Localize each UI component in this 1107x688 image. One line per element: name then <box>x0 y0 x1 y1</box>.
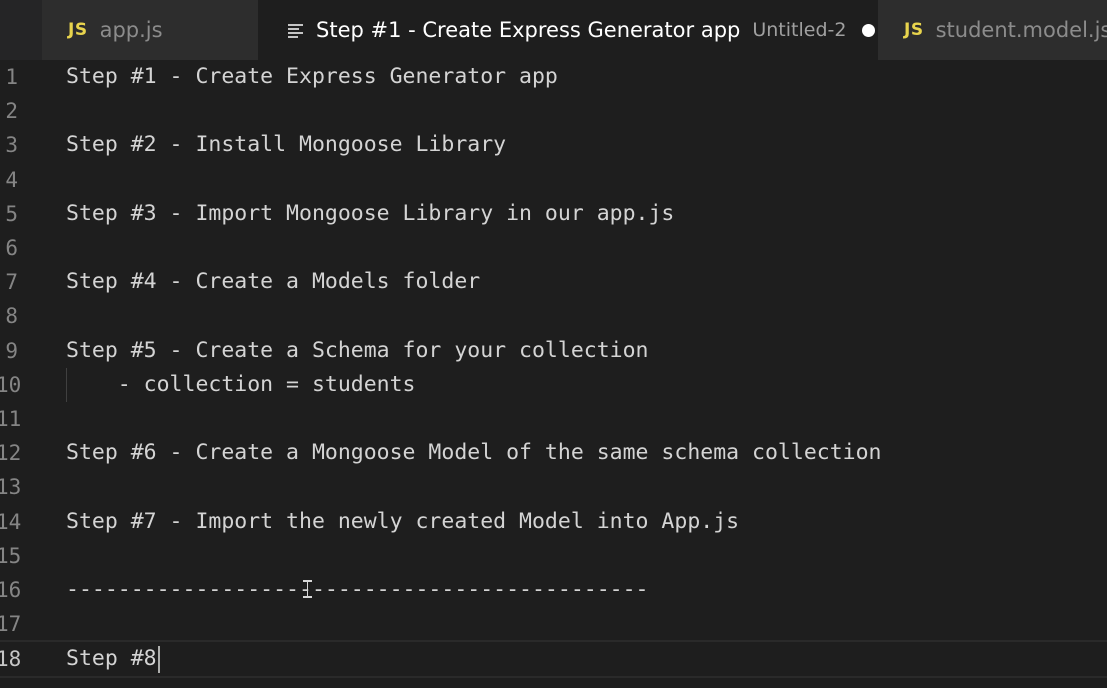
line-text[interactable]: Step #7 - Import the newly created Model… <box>66 505 739 539</box>
line-number: 4 <box>5 168 18 192</box>
editor-line-current: 18 Step #8 <box>0 640 1107 678</box>
line-number: 13 <box>0 475 22 499</box>
line-number: 3 <box>5 133 18 157</box>
tab-label: app.js <box>99 18 163 42</box>
unsaved-changes-dot-icon[interactable] <box>862 23 876 37</box>
line-text[interactable]: ----------------------------------------… <box>66 573 648 607</box>
tab-label: Step #1 - Create Express Generator app <box>316 18 741 42</box>
line-text[interactable]: Step #6 - Create a Mongoose Model of the… <box>66 436 881 470</box>
editor-line: 9 Step #5 - Create a Schema for your coll… <box>0 334 1107 368</box>
editor-line: 11 <box>0 402 1107 436</box>
line-number: 18 <box>0 647 22 671</box>
tab-label: student.model.js <box>935 18 1107 42</box>
line-text[interactable]: Step #1 - Create Express Generator app <box>66 60 558 94</box>
line-text[interactable]: Step #2 - Install Mongoose Library <box>66 128 506 162</box>
line-text[interactable]: - collection = students <box>66 368 416 402</box>
editor-line: 10 - collection = students <box>0 368 1107 402</box>
tab-untitled-2[interactable]: Step #1 - Create Express Generator app U… <box>258 0 878 60</box>
editor-line: 16 --------------------------------------… <box>0 573 1107 607</box>
line-number: 6 <box>5 236 18 260</box>
javascript-file-icon: JS <box>904 20 924 40</box>
line-number: 2 <box>5 99 18 123</box>
editor-line: 7 Step #4 - Create a Models folder <box>0 265 1107 299</box>
editor-line: 8 <box>0 299 1107 333</box>
editor-line: 15 <box>0 539 1107 573</box>
editor-tab-bar: JS app.js Step #1 - Create Express Gener… <box>0 0 1107 60</box>
line-number: 16 <box>0 578 22 602</box>
editor-line: 17 <box>0 607 1107 641</box>
editor-line: 2 <box>0 94 1107 128</box>
line-number: 10 <box>0 373 22 397</box>
line-number: 1 <box>5 65 18 89</box>
editor-line: 12 Step #6 - Create a Mongoose Model of t… <box>0 436 1107 470</box>
line-number: 11 <box>0 407 22 431</box>
text-cursor <box>157 645 160 673</box>
editor-line: 5 Step #3 - Import Mongoose Library in ou… <box>0 197 1107 231</box>
line-number: 8 <box>5 304 18 328</box>
line-text[interactable]: Step #8 <box>66 642 160 676</box>
plain-text-file-icon <box>288 23 303 38</box>
line-number: 5 <box>5 202 18 226</box>
line-number: 9 <box>5 339 18 363</box>
ibeam-cursor-icon <box>303 580 312 598</box>
javascript-file-icon: JS <box>68 20 88 40</box>
editor-line: 3 Step #2 - Install Mongoose Library <box>0 128 1107 162</box>
editor-line: 14 Step #7 - Import the newly created Mod… <box>0 505 1107 539</box>
editor-line: 4 <box>0 163 1107 197</box>
line-number: 7 <box>5 270 18 294</box>
tab-student-model-js[interactable]: JS student.model.js <box>878 0 1107 60</box>
tab-description: Untitled-2 <box>752 19 847 41</box>
tab-app-js[interactable]: JS app.js <box>42 0 258 60</box>
line-number: 17 <box>0 612 22 636</box>
editor-line: 1 Step #1 - Create Express Generator app <box>0 60 1107 94</box>
line-text[interactable]: Step #3 - Import Mongoose Library in our… <box>66 197 674 231</box>
line-number: 14 <box>0 510 22 534</box>
line-text[interactable]: Step #5 - Create a Schema for your colle… <box>66 334 648 368</box>
line-number: 15 <box>0 544 22 568</box>
line-number: 12 <box>0 441 22 465</box>
line-text-content: Step #8 <box>66 646 157 671</box>
code-editor[interactable]: 1 Step #1 - Create Express Generator app … <box>0 60 1107 688</box>
editor-line: 6 <box>0 231 1107 265</box>
editor-line: 13 <box>0 470 1107 504</box>
line-text[interactable]: Step #4 - Create a Models folder <box>66 265 480 299</box>
